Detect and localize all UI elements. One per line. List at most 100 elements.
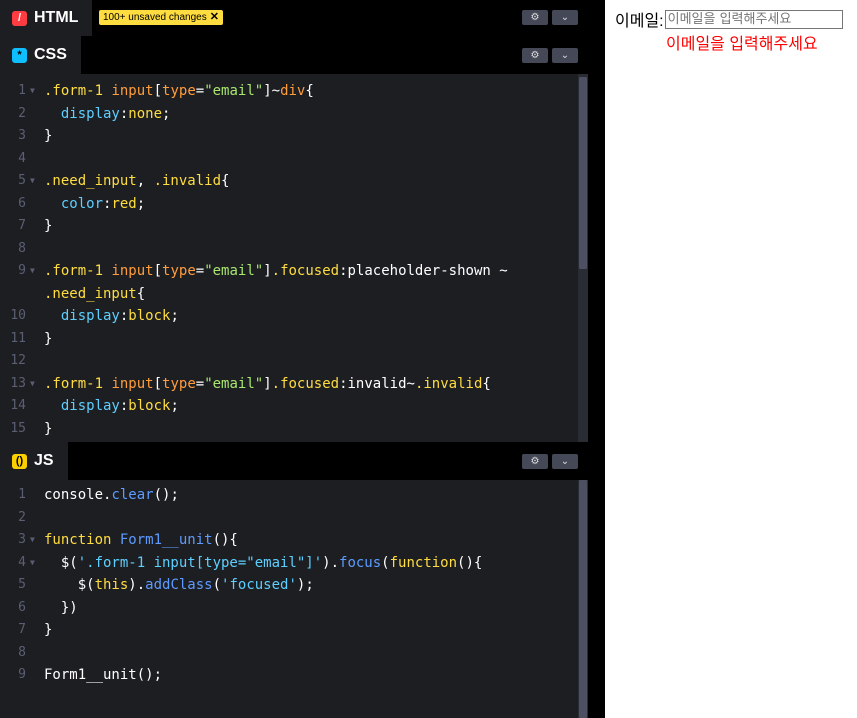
- tab-html[interactable]: / HTML: [0, 0, 93, 36]
- js-panel-header: () JS ⚙ ⌄: [0, 442, 588, 480]
- chevron-down-icon: ⌄: [560, 456, 570, 467]
- code-text: color:red;: [44, 195, 146, 212]
- css-collapse-button[interactable]: ⌄: [552, 48, 578, 63]
- code-line: 5 $(this).addClass('focused');: [0, 574, 588, 597]
- line-number: 7: [18, 218, 26, 233]
- html-collapse-button[interactable]: ⌄: [552, 10, 578, 25]
- code-text: $(this).addClass('focused');: [44, 577, 314, 593]
- code-line: .need_input{: [0, 283, 588, 306]
- tab-css-label: CSS: [34, 46, 67, 63]
- line-number: 2: [18, 509, 26, 525]
- line-number: 2: [18, 105, 26, 121]
- code-line: 3 ▼ function Form1__unit(){: [0, 529, 588, 552]
- line-number: 10: [10, 308, 26, 323]
- gear-icon: ⚙: [530, 12, 540, 23]
- fold-arrow-icon[interactable]: ▼: [30, 373, 35, 396]
- line-number: 4: [18, 554, 26, 570]
- tab-html-label: HTML: [34, 9, 79, 26]
- code-line: 8: [0, 238, 588, 261]
- line-number: 11: [10, 330, 26, 346]
- close-icon[interactable]: ✕: [210, 11, 219, 23]
- tab-js-label: JS: [34, 452, 54, 469]
- code-text: .form-1 input[type="email"]~div{: [44, 83, 314, 99]
- code-text: display:block;: [44, 308, 179, 324]
- code-text: .need_input{: [44, 285, 146, 302]
- js-scrollbar[interactable]: [578, 480, 588, 718]
- html-panel-header: / HTML 100+ unsaved changes ✕ ⚙ ⌄: [0, 0, 588, 36]
- line-number: 3: [18, 128, 26, 143]
- chevron-down-icon: ⌄: [560, 50, 570, 61]
- line-number: 4: [18, 150, 26, 166]
- chevron-down-icon: ⌄: [560, 12, 570, 23]
- code-line: 7}: [0, 619, 588, 642]
- css-code-area[interactable]: 1 ▼ .form-1 input[type="email"]~div{ 2 disp…: [0, 74, 588, 442]
- code-line: 15}: [0, 418, 588, 441]
- line-number: 6: [18, 599, 26, 615]
- line-number: 9: [18, 667, 26, 682]
- line-number: 7: [18, 622, 26, 637]
- css-scrollbar[interactable]: [578, 74, 588, 442]
- fold-arrow-icon[interactable]: ▼: [30, 529, 35, 552]
- fold-arrow-icon[interactable]: ▼: [30, 552, 35, 575]
- panel-resizer[interactable]: [588, 0, 605, 718]
- code-line: 4 ▼ $('.form-1 input[type="email"]').focu…: [0, 552, 588, 575]
- code-text: display:block;: [44, 398, 179, 414]
- css-panel-header: * CSS ⚙ ⌄: [0, 36, 588, 74]
- code-text: .form-1 input[type="email"].focused:inva…: [44, 375, 491, 392]
- html-settings-button[interactable]: ⚙: [522, 10, 548, 25]
- css-panel-controls: ⚙ ⌄: [522, 48, 578, 63]
- line-number: 5: [18, 173, 26, 188]
- code-line: 12: [0, 350, 588, 373]
- line-number: 14: [10, 398, 26, 413]
- unsaved-changes-badge[interactable]: 100+ unsaved changes ✕: [99, 10, 223, 25]
- code-text: }: [44, 128, 53, 144]
- code-text: .form-1 input[type="email"].focused:plac…: [44, 263, 508, 279]
- code-line: 9 ▼ .form-1 input[type="email"].focused:pl…: [0, 260, 588, 283]
- js-scrollbar-thumb[interactable]: [579, 480, 587, 718]
- line-number: 9: [18, 263, 26, 278]
- unsaved-badge-label: 100+ unsaved changes: [103, 12, 207, 23]
- code-text: }: [44, 330, 53, 347]
- fold-arrow-icon[interactable]: ▼: [30, 260, 35, 283]
- code-line: 4: [0, 148, 588, 171]
- line-number: 12: [10, 353, 26, 368]
- code-line: 2: [0, 507, 588, 530]
- js-collapse-button[interactable]: ⌄: [552, 454, 578, 469]
- code-text: Form1__unit();: [44, 667, 163, 683]
- code-line: 14 display:block;: [0, 395, 588, 418]
- line-number: 15: [10, 420, 26, 436]
- css-settings-button[interactable]: ⚙: [522, 48, 548, 63]
- need-input-message: 이메일을 입력해주세요: [666, 36, 818, 53]
- line-number: 13: [10, 375, 26, 391]
- line-number: 1: [18, 83, 26, 98]
- js-settings-button[interactable]: ⚙: [522, 454, 548, 469]
- code-line: 3}: [0, 125, 588, 148]
- code-line: 11}: [0, 328, 588, 351]
- gear-icon: ⚙: [530, 456, 540, 467]
- tab-css[interactable]: * CSS: [0, 36, 81, 74]
- fold-arrow-icon[interactable]: ▼: [30, 80, 35, 103]
- line-number: 5: [18, 577, 26, 592]
- js-code-area[interactable]: 1 console.clear(); 2 3 ▼ function Form1__unit…: [0, 480, 588, 718]
- code-text: }: [44, 218, 53, 234]
- preview-pane: 이메일: 이메일을 입력해주세요: [605, 0, 857, 718]
- html-icon: /: [12, 10, 27, 26]
- code-line: 6 color:red;: [0, 193, 588, 216]
- email-input[interactable]: [664, 9, 843, 29]
- code-text: function Form1__unit(){: [44, 532, 238, 548]
- tab-js[interactable]: () JS: [0, 442, 68, 480]
- css-scrollbar-thumb[interactable]: [579, 77, 587, 269]
- css-icon: *: [12, 47, 27, 63]
- code-line: 8: [0, 642, 588, 665]
- code-text: $('.form-1 input[type="email"]').focus(f…: [44, 554, 483, 571]
- code-text: console.clear();: [44, 487, 179, 503]
- code-line: 5 ▼ .need_input, .invalid{: [0, 170, 588, 193]
- line-number: 8: [18, 644, 26, 660]
- fold-arrow-icon[interactable]: ▼: [30, 170, 35, 193]
- code-line: 10 display:block;: [0, 305, 588, 328]
- line-number: 1: [18, 487, 26, 502]
- js-panel-controls: ⚙ ⌄: [522, 454, 578, 469]
- js-icon: (): [12, 453, 27, 469]
- email-form-row: 이메일:: [615, 7, 843, 31]
- code-line: 13 ▼ .form-1 input[type="email"].focused:i…: [0, 373, 588, 396]
